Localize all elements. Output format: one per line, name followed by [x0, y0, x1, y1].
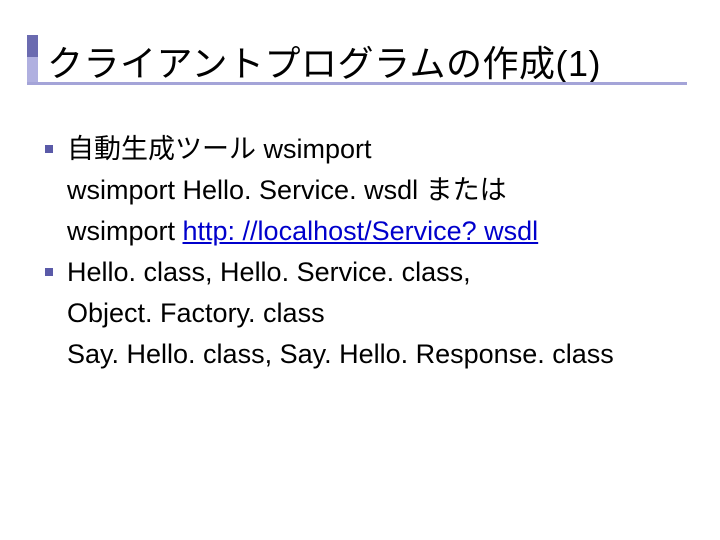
- item-line: Say. Hello. class, Say. Hello. Response.…: [67, 334, 685, 375]
- list-item: Hello. class, Hello. Service. class,: [67, 252, 685, 293]
- item-line: Hello. class, Hello. Service. class,: [67, 252, 685, 293]
- content: 自動生成ツール wsimport wsimport Hello. Service…: [25, 107, 695, 375]
- accent-top-square: [27, 35, 38, 57]
- item-line: wsimport Hello. Service. wsdl または: [67, 170, 685, 211]
- bullet-icon: [45, 268, 53, 276]
- title-underline: [27, 82, 687, 85]
- url-link[interactable]: http: //localhost/Service? wsdl: [183, 216, 539, 246]
- item-line-prefix: wsimport: [67, 216, 183, 246]
- slide: クライアントプログラムの作成(1) 自動生成ツール wsimport wsimp…: [0, 0, 720, 395]
- accent-bottom-square: [27, 57, 38, 83]
- bullet-icon: [45, 145, 53, 153]
- item-line: Object. Factory. class: [67, 293, 685, 334]
- title-accent: [27, 35, 38, 83]
- page-title: クライアントプログラムの作成(1): [25, 35, 695, 87]
- item-line: wsimport http: //localhost/Service? wsdl: [67, 211, 685, 252]
- list-item: 自動生成ツール wsimport: [67, 129, 685, 170]
- item-line: 自動生成ツール wsimport: [67, 129, 685, 170]
- title-block: クライアントプログラムの作成(1): [25, 35, 695, 87]
